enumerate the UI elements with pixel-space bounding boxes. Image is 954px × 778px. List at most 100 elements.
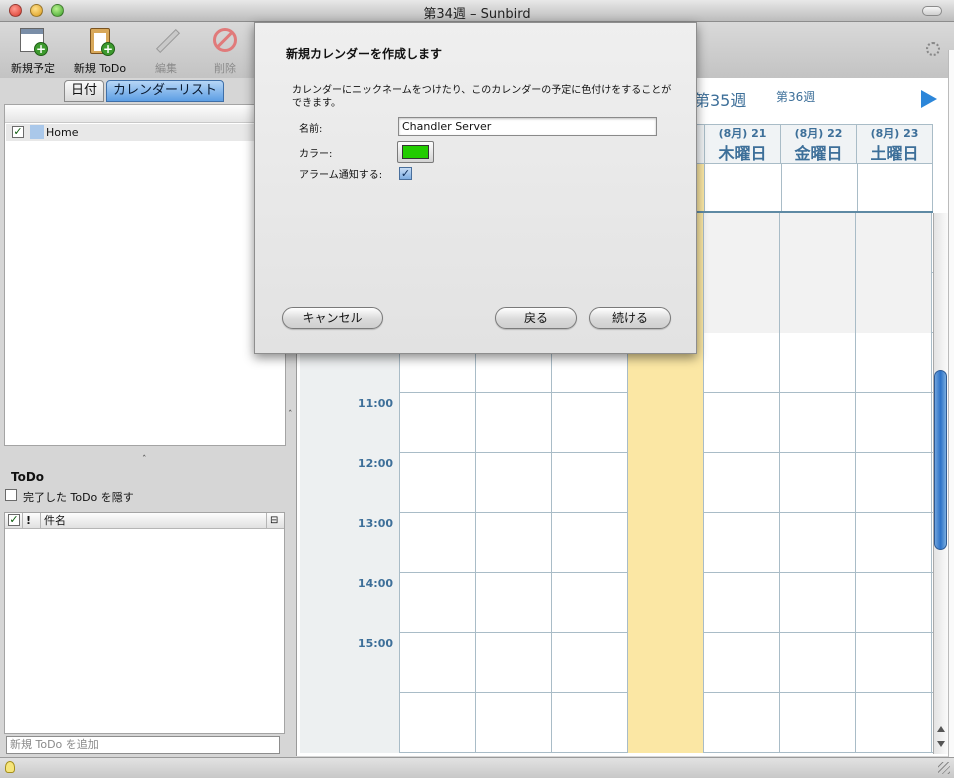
time-slot[interactable] xyxy=(476,453,552,513)
tab-date[interactable]: 日付 xyxy=(64,80,104,102)
back-button[interactable]: 戻る xyxy=(495,307,577,329)
time-slot[interactable] xyxy=(400,513,476,573)
time-slot[interactable] xyxy=(856,633,932,693)
today-time-slot[interactable] xyxy=(628,633,704,693)
column-picker-icon[interactable]: ⊟ xyxy=(267,513,284,528)
time-slot[interactable] xyxy=(856,513,932,573)
time-slot[interactable] xyxy=(476,393,552,453)
time-slot[interactable] xyxy=(780,333,856,393)
time-slot[interactable] xyxy=(704,393,780,453)
hide-completed-checkbox[interactable] xyxy=(5,489,17,501)
new-todo-input[interactable]: 新規 ToDo を追加 xyxy=(6,736,280,754)
time-slot[interactable] xyxy=(476,633,552,693)
today-time-slot[interactable] xyxy=(628,513,704,573)
todo-splitter-handle[interactable]: ˆ xyxy=(142,455,147,465)
time-slot[interactable] xyxy=(780,573,856,633)
scroll-up-arrow-icon[interactable] xyxy=(937,726,945,732)
time-slot[interactable] xyxy=(476,693,552,753)
today-time-slot[interactable] xyxy=(628,393,704,453)
continue-button[interactable]: 続ける xyxy=(589,307,671,329)
color-picker-button[interactable] xyxy=(397,141,434,163)
hour-row xyxy=(300,693,933,753)
time-slot[interactable] xyxy=(704,573,780,633)
pane-splitter-handle[interactable]: ˆ xyxy=(288,410,293,420)
dialog-title: 新規カレンダーを作成します xyxy=(286,47,443,61)
scrollbar-thumb[interactable] xyxy=(934,370,947,550)
time-slot[interactable] xyxy=(856,693,932,753)
day-header-friday[interactable]: (8月) 22 金曜日 xyxy=(780,124,856,164)
time-slot[interactable] xyxy=(856,573,932,633)
time-slot[interactable] xyxy=(704,333,780,393)
time-slot[interactable] xyxy=(780,393,856,453)
next-week-arrow-icon[interactable] xyxy=(921,90,937,108)
time-slot[interactable] xyxy=(552,693,628,753)
new-event-button[interactable]: + 新規予定 xyxy=(3,26,63,76)
new-todo-button[interactable]: + 新規 ToDo xyxy=(70,26,130,76)
time-slot[interactable] xyxy=(780,453,856,513)
time-slot[interactable] xyxy=(856,273,932,333)
toolbar-toggle-button[interactable] xyxy=(922,6,942,16)
time-slot[interactable] xyxy=(704,273,780,333)
time-label: 11:00 xyxy=(357,397,393,410)
hide-completed-todo-option[interactable]: 完了した ToDo を隠す xyxy=(5,488,285,504)
time-slot[interactable] xyxy=(780,513,856,573)
time-slot[interactable] xyxy=(476,573,552,633)
next-week-link[interactable]: 第35週 xyxy=(694,87,746,111)
todo-section-title: ToDo xyxy=(11,470,45,484)
scroll-down-arrow-icon[interactable] xyxy=(937,741,945,747)
day-header-thursday[interactable]: (8月) 21 木曜日 xyxy=(704,124,780,164)
time-slot[interactable] xyxy=(780,693,856,753)
time-slot[interactable] xyxy=(552,513,628,573)
time-slot[interactable] xyxy=(856,333,932,393)
calendar-item-home[interactable]: ✓ Home xyxy=(6,124,284,141)
resize-grip-icon[interactable] xyxy=(938,762,950,774)
time-slot[interactable] xyxy=(400,453,476,513)
time-slot[interactable] xyxy=(856,393,932,453)
time-slot[interactable] xyxy=(552,393,628,453)
hour-row: 12:00 xyxy=(300,453,933,513)
time-slot[interactable] xyxy=(704,693,780,753)
day-header-saturday[interactable]: (8月) 23 土曜日 xyxy=(856,124,932,164)
time-slot[interactable] xyxy=(400,633,476,693)
time-slot[interactable] xyxy=(476,513,552,573)
time-slot[interactable] xyxy=(704,633,780,693)
todo-col-completed[interactable]: ✓ xyxy=(5,513,23,528)
todo-list[interactable] xyxy=(4,512,285,734)
today-time-slot[interactable] xyxy=(628,453,704,513)
color-swatch xyxy=(402,145,429,159)
time-slot[interactable] xyxy=(400,573,476,633)
delete-button[interactable]: 削除 xyxy=(195,26,255,76)
hour-row: 11:00 xyxy=(300,393,933,453)
week-after-link[interactable]: 第36週 xyxy=(776,88,815,105)
time-slot[interactable] xyxy=(856,453,932,513)
todo-col-priority[interactable]: ! xyxy=(23,513,41,528)
calendar-name-input[interactable]: Chandler Server xyxy=(398,117,657,136)
status-bar xyxy=(0,757,954,778)
calendar-home-checkbox[interactable]: ✓ xyxy=(12,126,24,138)
time-slot[interactable] xyxy=(552,453,628,513)
time-slot[interactable] xyxy=(704,513,780,573)
time-slot[interactable] xyxy=(856,213,932,273)
tab-calendar-list[interactable]: カレンダーリスト xyxy=(106,80,224,102)
time-label-cell xyxy=(300,693,400,753)
edit-button[interactable]: 編集 xyxy=(136,26,196,76)
todo-col-subject[interactable]: 件名 xyxy=(41,513,267,528)
time-slot[interactable] xyxy=(552,633,628,693)
time-slot[interactable] xyxy=(780,633,856,693)
cancel-button[interactable]: キャンセル xyxy=(282,307,383,329)
time-slot[interactable] xyxy=(400,393,476,453)
time-slot[interactable] xyxy=(552,573,628,633)
window-edge xyxy=(948,50,954,757)
time-slot[interactable] xyxy=(704,213,780,273)
time-label-cell: 15:00 xyxy=(300,633,400,693)
today-time-slot[interactable] xyxy=(628,573,704,633)
time-slot[interactable] xyxy=(704,453,780,513)
all-day-divider xyxy=(781,164,782,211)
time-label: 12:00 xyxy=(357,457,393,470)
time-slot[interactable] xyxy=(780,273,856,333)
time-slot[interactable] xyxy=(400,693,476,753)
time-label-cell: 13:00 xyxy=(300,513,400,573)
alarm-checkbox[interactable]: ✓ xyxy=(399,167,412,180)
time-slot[interactable] xyxy=(780,213,856,273)
today-time-slot[interactable] xyxy=(628,693,704,753)
